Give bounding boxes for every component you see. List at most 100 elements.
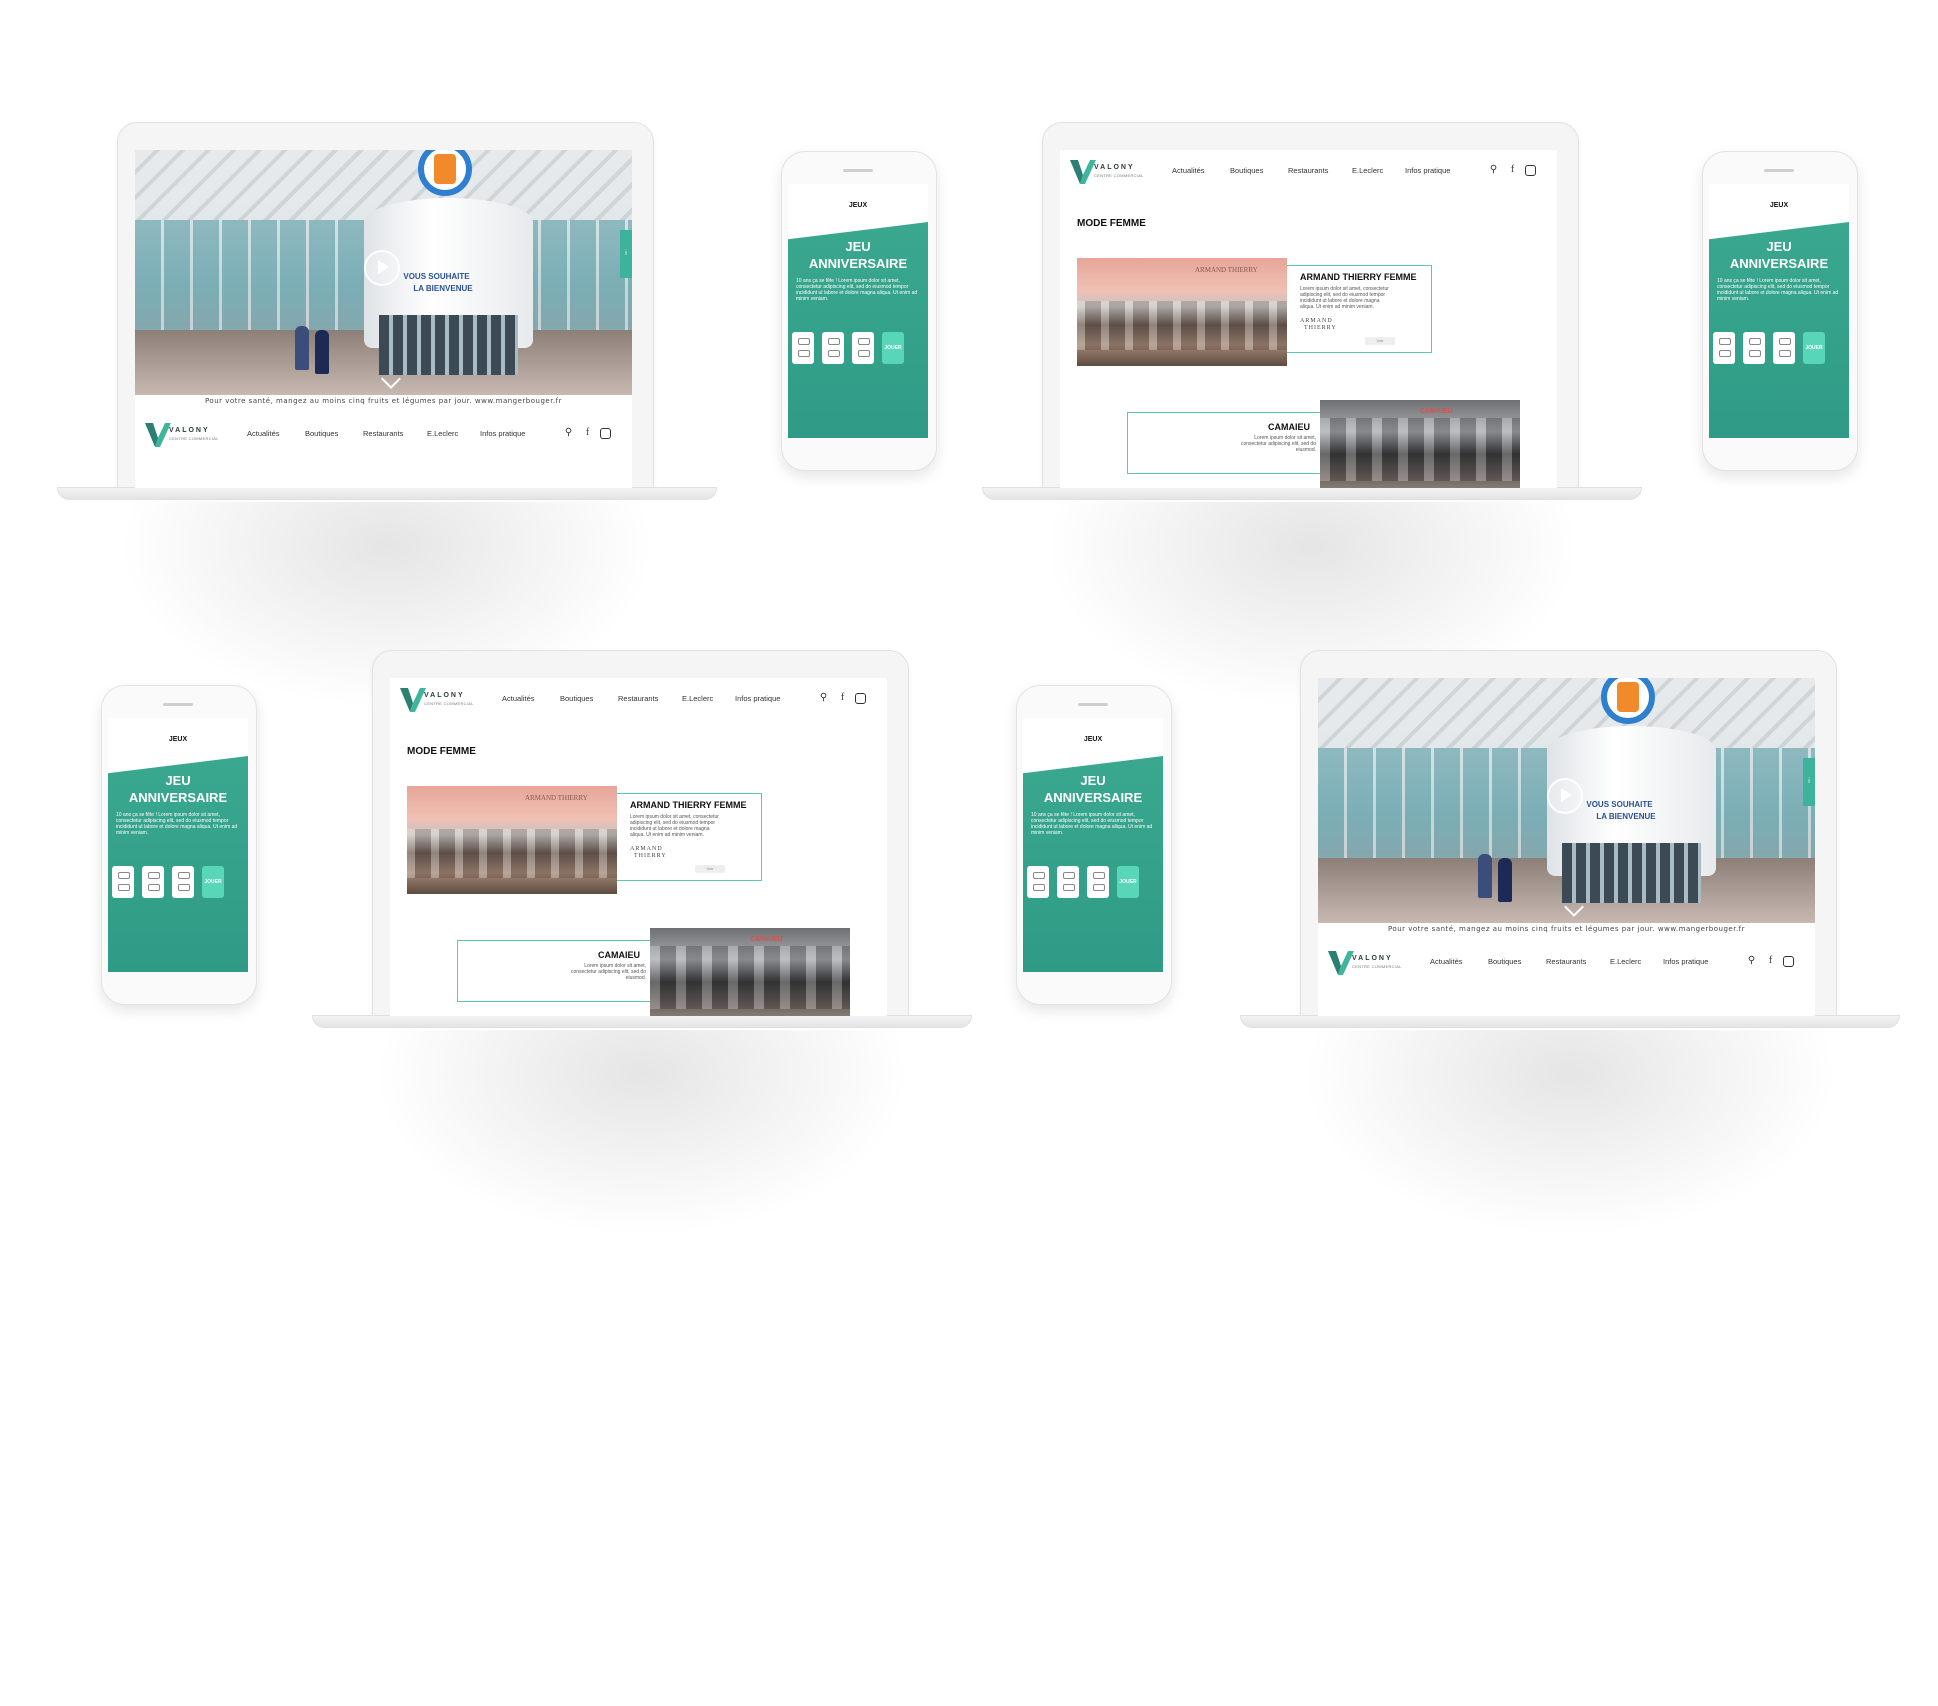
valony-logo-icon[interactable] — [400, 688, 426, 712]
shop-logo-line1: ARMAND — [630, 846, 663, 852]
photo-sign: ARMAND THIERRY — [1195, 266, 1258, 274]
facebook-icon[interactable]: f — [1507, 164, 1518, 175]
home-screen: VOUS SOUHAITE LA BIENVENUE i Pour votre … — [1318, 678, 1815, 1016]
valony-logo-icon[interactable] — [1328, 951, 1354, 975]
nav-item-restaurants[interactable]: Restaurants — [363, 429, 403, 438]
section-title: MODE FEMME — [405, 746, 478, 757]
laptop-screen: VALONY CENTRE COMMERCIAL Actualités Bout… — [390, 678, 887, 1016]
game-text: 10 ans ça se fête ! Lorem ipsum dolor si… — [116, 812, 238, 836]
brand-subtitle: CENTRE COMMERCIAL — [169, 436, 219, 441]
search-icon[interactable]: ⚲ — [1746, 955, 1757, 966]
game-screen: JEUX JEU ANNIVERSAIRE 10 ans ça se fête … — [1709, 184, 1849, 438]
nav-item-actualites[interactable]: Actualités — [502, 694, 535, 703]
nav-item-eleclerc[interactable]: E.Leclerc — [1352, 166, 1383, 175]
brand-subtitle: CENTRE COMMERCIAL — [1094, 173, 1144, 178]
shop-photo: CAMAIEU — [1320, 400, 1520, 488]
shop-name[interactable]: CAMAIEU — [1268, 422, 1310, 432]
nav-item-boutiques[interactable]: Boutiques — [1488, 957, 1521, 966]
game-text: 10 ans ça se fête ! Lorem ipsum dolor si… — [796, 278, 918, 302]
nav-bar: VALONY CENTRE COMMERCIAL Actualités Bout… — [1318, 949, 1815, 979]
nav-item-infos-pratique[interactable]: Infos pratique — [1663, 957, 1708, 966]
instagram-icon[interactable] — [855, 693, 866, 704]
laptop-boutiques: VALONY CENTRE COMMERCIAL Actualités Bout… — [982, 122, 1642, 722]
game-card[interactable] — [142, 866, 164, 898]
play-icon[interactable] — [363, 250, 400, 286]
boutiques-screen: VALONY CENTRE COMMERCIAL Actualités Bout… — [1060, 150, 1557, 488]
jouer-button[interactable]: JOUER — [1803, 332, 1825, 364]
facebook-icon[interactable]: f — [837, 692, 848, 703]
search-icon[interactable]: ⚲ — [1488, 164, 1499, 175]
info-icon[interactable]: i — [1803, 758, 1815, 806]
nav-item-actualites[interactable]: Actualités — [1172, 166, 1205, 175]
valony-logo-icon[interactable] — [145, 423, 171, 447]
valony-logo-icon[interactable] — [1070, 160, 1096, 184]
info-icon[interactable]: i — [620, 230, 632, 278]
nav-item-actualites[interactable]: Actualités — [245, 429, 282, 439]
shop-photo: ARMAND THIERRY — [1077, 258, 1287, 366]
game-card[interactable] — [172, 866, 194, 898]
photo-sign: CAMAIEU — [750, 936, 783, 943]
game-card[interactable] — [1713, 332, 1735, 364]
game-card[interactable] — [1087, 866, 1109, 898]
shop-description: Lorem ipsum dolor sit amet, consectetur … — [630, 814, 719, 838]
nav-item-eleclerc[interactable]: E.Leclerc — [682, 694, 713, 703]
brand-subtitle: CENTRE COMMERCIAL — [424, 701, 474, 706]
game-card[interactable] — [1027, 866, 1049, 898]
instagram-icon[interactable] — [1783, 956, 1794, 967]
game-card[interactable] — [1743, 332, 1765, 364]
nav-item-infos-pratique[interactable]: Infos pratique — [1405, 166, 1450, 175]
shop-more-button[interactable]: Voir — [1365, 337, 1395, 345]
search-icon[interactable]: ⚲ — [563, 427, 574, 438]
facebook-icon[interactable]: f — [1765, 955, 1776, 966]
phone-screen: JEUX JEU ANNIVERSAIRE 10 ans ça se fête … — [788, 184, 928, 438]
jouer-button[interactable]: JOUER — [202, 866, 224, 898]
nav-item-eleclerc[interactable]: E.Leclerc — [427, 429, 458, 438]
nav-item-restaurants[interactable]: Restaurants — [618, 694, 658, 703]
laptop-home: VOUS SOUHAITE LA BIENVENUE i Pour votre … — [57, 122, 717, 722]
game-card[interactable] — [792, 332, 814, 364]
nav-item-infos-pratique[interactable]: Infos pratique — [480, 429, 525, 438]
jouer-button[interactable]: JOUER — [882, 332, 904, 364]
shop-name[interactable]: ARMAND THIERRY FEMME — [630, 800, 747, 810]
game-cards: JOUER — [112, 866, 244, 900]
phone-game: JEUX JEU ANNIVERSAIRE 10 ans ça se fête … — [1016, 685, 1172, 1005]
nav-item-actualites[interactable]: Actualités — [1428, 957, 1465, 967]
game-panel: JEU ANNIVERSAIRE 10 ans ça se fête ! Lor… — [1023, 756, 1163, 972]
nav-item-eleclerc[interactable]: E.Leclerc — [1610, 957, 1641, 966]
game-card[interactable] — [1773, 332, 1795, 364]
nav-bar: VALONY CENTRE COMMERCIAL Actualités Bout… — [1060, 158, 1557, 188]
game-panel: JEU ANNIVERSAIRE 10 ans ça se fête ! Lor… — [1709, 222, 1849, 438]
game-panel: JEU ANNIVERSAIRE 10 ans ça se fête ! Lor… — [108, 756, 248, 972]
hero-sign-line2: LA BIENVENUE — [413, 284, 473, 293]
play-icon[interactable] — [1546, 778, 1583, 814]
shop-name[interactable]: CAMAIEU — [598, 950, 640, 960]
jeux-tag: JEUX — [848, 202, 868, 209]
nav-item-boutiques[interactable]: Boutiques — [1227, 166, 1266, 176]
phone-screen: JEUX JEU ANNIVERSAIRE 10 ans ça se fête … — [1709, 184, 1849, 438]
nav-item-infos-pratique[interactable]: Infos pratique — [735, 694, 780, 703]
game-card[interactable] — [822, 332, 844, 364]
nav-item-restaurants[interactable]: Restaurants — [1288, 166, 1328, 175]
phone-screen: JEUX JEU ANNIVERSAIRE 10 ans ça se fête … — [1023, 718, 1163, 972]
health-slogan: Pour votre santé, mangez au moins cinq f… — [1387, 925, 1746, 933]
person — [1478, 854, 1492, 898]
hero-photo: VOUS SOUHAITE LA BIENVENUE i — [135, 150, 632, 395]
game-card[interactable] — [1057, 866, 1079, 898]
search-icon[interactable]: ⚲ — [818, 692, 829, 703]
shop-more-button[interactable]: Voir — [695, 865, 725, 873]
game-card[interactable] — [112, 866, 134, 898]
game-screen: JEUX JEU ANNIVERSAIRE 10 ans ça se fête … — [788, 184, 928, 438]
photo-sign: ARMAND THIERRY — [525, 794, 588, 802]
nav-item-restaurants[interactable]: Restaurants — [1546, 957, 1586, 966]
game-text: 10 ans ça se fête ! Lorem ipsum dolor si… — [1031, 812, 1153, 836]
nav-item-boutiques[interactable]: Boutiques — [305, 429, 338, 438]
shop-name[interactable]: ARMAND THIERRY FEMME — [1300, 272, 1417, 282]
instagram-icon[interactable] — [600, 428, 611, 439]
jeux-tag: JEUX — [168, 736, 188, 743]
nav-item-boutiques[interactable]: Boutiques — [557, 694, 596, 704]
shop-photo: ARMAND THIERRY — [407, 786, 617, 894]
game-card[interactable] — [852, 332, 874, 364]
jouer-button[interactable]: JOUER — [1117, 866, 1139, 898]
instagram-icon[interactable] — [1525, 165, 1536, 176]
facebook-icon[interactable]: f — [582, 427, 593, 438]
